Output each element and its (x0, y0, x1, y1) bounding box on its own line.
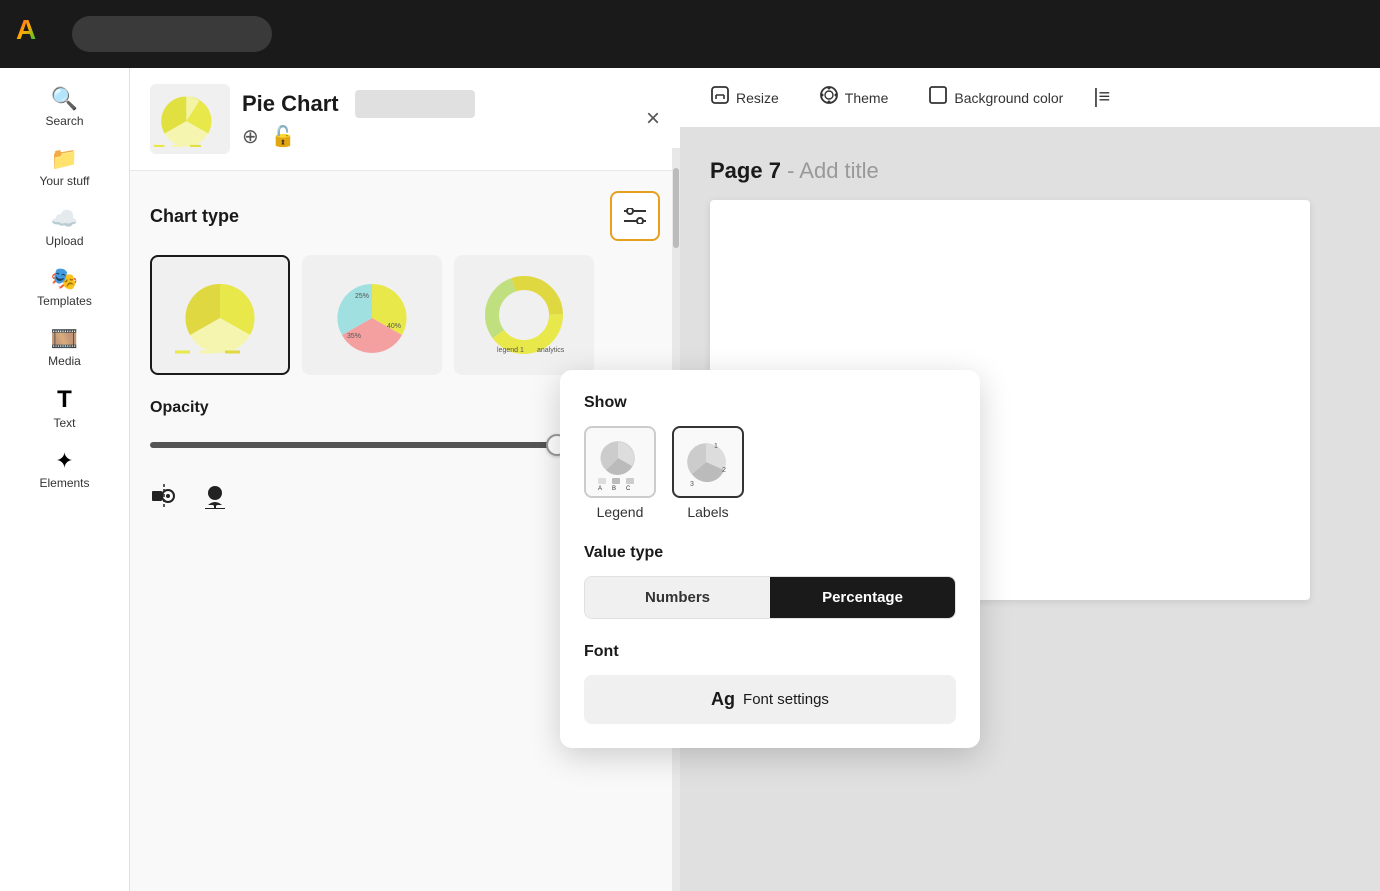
svg-text:25%: 25% (355, 293, 369, 300)
svg-text:3: 3 (690, 481, 694, 488)
flip-horizontal-icon[interactable] (150, 483, 180, 516)
svg-text:analytics: analytics (537, 347, 565, 354)
resize-icon (710, 85, 730, 110)
topbar-search-bar (72, 16, 272, 52)
sidebar-item-search-label: Search (45, 114, 83, 128)
svg-text:A: A (598, 486, 602, 490)
theme-label: Theme (845, 90, 889, 106)
labels-thumb: 1 2 3 (672, 426, 744, 498)
chart-type-label: Chart type (150, 206, 239, 227)
background-color-label: Background color (954, 90, 1063, 106)
templates-icon: 🎭 (51, 268, 78, 290)
upload-icon: ☁️ (51, 208, 78, 230)
show-items-list: A B C Legend 1 2 3 Labels (584, 426, 956, 520)
svg-text:2: 2 (722, 467, 726, 474)
page-add-title[interactable]: - Add title (787, 158, 879, 183)
elements-icon: ✦ (55, 450, 73, 472)
align-icon[interactable]: |≡ (1093, 86, 1110, 109)
svg-text:C: C (626, 486, 631, 490)
chart-type-pie-labeled[interactable]: 25% 40% 35% (302, 255, 442, 375)
filter-button[interactable] (610, 191, 660, 241)
panel-title-section: Pie Chart ⊕ 🔓 (242, 90, 634, 149)
value-type-toggle: Numbers Percentage (584, 576, 956, 619)
resize-button[interactable]: Resize (700, 79, 789, 116)
text-icon: T (57, 388, 72, 412)
sidebar-item-your-stuff[interactable]: 📁 Your stuff (0, 140, 129, 196)
search-icon: 🔍 (51, 88, 78, 110)
chart-thumbnail (150, 84, 230, 154)
svg-text:35%: 35% (347, 333, 361, 340)
sidebar-item-templates[interactable]: 🎭 Templates (0, 260, 129, 316)
page-title-area: Page 7 - Add title (710, 158, 1310, 184)
chart-options-popup: Show A B C Legend (560, 370, 980, 748)
opacity-slider[interactable] (150, 442, 598, 448)
font-section-title: Font (584, 643, 956, 661)
background-color-icon (928, 85, 948, 110)
font-settings-button[interactable]: Ag Font settings (584, 675, 956, 724)
chart-type-donut[interactable]: legend 1 analytics (454, 255, 594, 375)
svg-text:40%: 40% (387, 323, 401, 330)
sidebar-item-elements[interactable]: ✦ Elements (0, 442, 129, 498)
lock-icon[interactable]: 🔓 (271, 124, 296, 149)
sidebar-item-media-label: Media (48, 354, 81, 368)
sidebar-item-upload[interactable]: ☁️ Upload (0, 200, 129, 256)
sidebar-item-text-label: Text (53, 416, 75, 430)
close-panel-button[interactable]: × (646, 105, 660, 133)
chart-type-list: 25% 40% 35% legend 1 analytics (150, 255, 660, 375)
chart-type-section-header: Chart type (150, 191, 660, 241)
add-to-page-icon[interactable]: ⊕ (242, 124, 259, 149)
theme-icon (819, 85, 839, 110)
svg-text:B: B (612, 486, 616, 490)
sidebar-item-search[interactable]: 🔍 Search (0, 80, 129, 136)
show-section-title: Show (584, 394, 956, 412)
legend-thumb: A B C (584, 426, 656, 498)
numbers-button[interactable]: Numbers (585, 577, 770, 618)
svg-text:1: 1 (714, 443, 718, 450)
ag-prefix: Ag (711, 689, 735, 710)
value-type-section-title: Value type (584, 544, 956, 562)
panel-header: Pie Chart ⊕ 🔓 × (130, 68, 680, 171)
panel-title-edit-bar[interactable] (355, 90, 475, 118)
folder-icon: 📁 (51, 148, 78, 170)
show-legend-item[interactable]: A B C Legend (584, 426, 656, 520)
percentage-button[interactable]: Percentage (770, 577, 955, 618)
font-settings-label: Font settings (743, 691, 829, 708)
sidebar-item-templates-label: Templates (37, 294, 92, 308)
sidebar: 🔍 Search 📁 Your stuff ☁️ Upload 🎭 Templa… (0, 68, 130, 891)
sidebar-item-upload-label: Upload (45, 234, 83, 248)
page-number: Page 7 (710, 158, 781, 183)
svg-text:legend 1: legend 1 (497, 347, 524, 354)
background-color-button[interactable]: Background color (918, 79, 1073, 116)
crop-icon[interactable] (200, 483, 230, 516)
theme-button[interactable]: Theme (809, 79, 899, 116)
app-logo[interactable]: A (16, 14, 56, 54)
panel-title: Pie Chart (242, 91, 339, 117)
sidebar-item-elements-label: Elements (39, 476, 89, 490)
labels-label: Labels (687, 504, 728, 520)
show-labels-item[interactable]: 1 2 3 Labels (672, 426, 744, 520)
sidebar-item-text[interactable]: T Text (0, 380, 129, 438)
panel-icon-row: ⊕ 🔓 (242, 124, 634, 149)
legend-label: Legend (597, 504, 644, 520)
sidebar-item-your-stuff-label: Your stuff (39, 174, 89, 188)
resize-label: Resize (736, 90, 779, 106)
topbar: A (0, 0, 1380, 68)
chart-type-pie-filled[interactable] (150, 255, 290, 375)
canvas-toolbar: Resize Theme (680, 68, 1380, 128)
sidebar-item-media[interactable]: 🎞️ Media (0, 320, 129, 376)
media-icon: 🎞️ (51, 328, 78, 350)
